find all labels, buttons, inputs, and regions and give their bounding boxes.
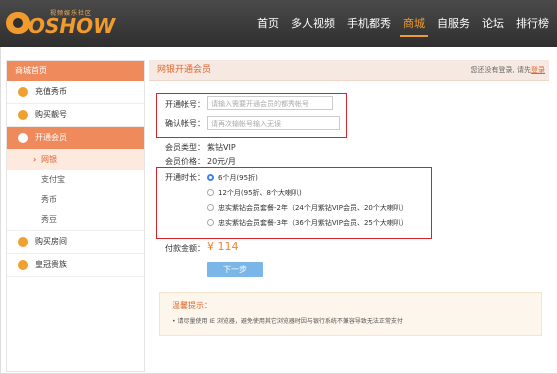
main-nav: 首页 多人视频 手机都秀 商城 自服务 论坛 排行榜 — [245, 0, 549, 47]
option-label: 忠实紫钻会员套餐-3年（36个月紫钻VIP会员、25个大喇叭） — [218, 219, 408, 227]
nav-rankings[interactable]: 排行榜 — [516, 0, 549, 47]
main-header: 网银开通会员 您还没有登录, 请先登录 — [149, 60, 549, 81]
radio-button[interactable] — [207, 174, 214, 181]
nav-home[interactable]: 首页 — [257, 0, 279, 47]
coin-icon — [18, 87, 28, 97]
sidebar-title[interactable]: 商城首页 — [7, 61, 144, 81]
member-price-value: 20元/月 — [207, 157, 236, 166]
radio-button[interactable] — [207, 189, 214, 196]
sidebar-item-label: 皇冠贵族 — [35, 260, 67, 269]
nav-forum[interactable]: 论坛 — [482, 0, 504, 47]
sidebar-subitem-xiudou[interactable]: 秀豆 — [7, 210, 144, 230]
main-panel: 网银开通会员 您还没有登录, 请先登录 开通帐号： 请输入需要开通会员的都秀帐号… — [149, 60, 549, 370]
sidebar-item-label: 购买靓号 — [35, 110, 67, 119]
sidebar-subitem-alipay[interactable]: 支付宝 — [7, 170, 144, 190]
account-label: 开通帐号： — [165, 100, 205, 109]
member-type-value: 紫钻VIP — [207, 143, 236, 152]
login-link[interactable]: 登录 — [531, 66, 545, 74]
sidebar: 商城首页 充值秀币 购买靓号 开通会员 网银 支付宝 秀币 秀豆 购买房间 皇冠… — [6, 60, 145, 372]
nav-mall[interactable]: 商城 — [400, 0, 428, 47]
duration-option-12-months[interactable]: 12个月(95折、8个大喇叭) — [207, 188, 302, 198]
nav-multi-video[interactable]: 多人视频 — [291, 0, 335, 47]
login-notice-text: 您还没有登录, 请先 — [470, 66, 531, 74]
member-type-label: 会员类型： — [165, 143, 205, 152]
tips-panel: 温馨提示： • 请尽量使用 IE 浏览器，避免使用其它浏览器时因与银行系统不兼容… — [159, 292, 542, 336]
page-title: 网银开通会员 — [157, 65, 212, 75]
sidebar-subitem-xiubi[interactable]: 秀币 — [7, 190, 144, 210]
option-label: 12个月(95折、8个大喇叭) — [218, 189, 302, 197]
duration-option-3-years[interactable]: 忠实紫钻会员套餐-3年（36个月紫钻VIP会员、25个大喇叭） — [207, 218, 408, 228]
house-icon — [18, 237, 28, 247]
sidebar-item-buy-number[interactable]: 购买靓号 — [7, 104, 144, 127]
radio-button[interactable] — [207, 219, 214, 226]
payment-amount-label: 付款金额： — [165, 244, 205, 253]
option-label: 6个月(95折) — [218, 174, 258, 182]
payment-amount-value: ¥ 114 — [207, 240, 239, 253]
login-notice: 您还没有登录, 请先登录 — [471, 60, 545, 80]
tips-title: 温馨提示： — [172, 301, 212, 310]
nav-mobile-show[interactable]: 手机都秀 — [347, 0, 391, 47]
top-navigation-bar: 视频娱乐社区 OSHOW 首页 多人视频 手机都秀 商城 自服务 论坛 排行榜 — [0, 0, 557, 47]
sidebar-item-label: 开通会员 — [35, 133, 67, 142]
member-price-label: 会员价格： — [165, 157, 205, 166]
next-step-button[interactable]: 下一步 — [207, 262, 263, 277]
sidebar-item-membership[interactable]: 开通会员 — [7, 127, 144, 150]
number-icon — [18, 110, 28, 120]
tips-text: • 请尽量使用 IE 浏览器，避免使用其它浏览器时因与银行系统不兼容导致无法正常… — [172, 318, 403, 325]
sidebar-item-buy-room[interactable]: 购买房间 — [7, 230, 144, 254]
logo-mark-icon — [6, 12, 30, 34]
confirm-account-label: 确认帐号： — [165, 119, 205, 128]
sidebar-item-label: 购买房间 — [35, 237, 67, 246]
member-icon — [18, 133, 28, 143]
duration-option-6-months[interactable]: 6个月(95折) — [207, 173, 258, 183]
sidebar-item-recharge[interactable]: 充值秀币 — [7, 81, 144, 104]
sidebar-subitem-online-bank[interactable]: 网银 — [7, 150, 144, 170]
confirm-account-input[interactable]: 请再次输帐号输入无误 — [207, 116, 340, 130]
duration-option-2-years[interactable]: 忠实紫钻会员套餐-2年（24个月紫钻VIP会员、20个大喇叭） — [207, 203, 408, 213]
duration-label: 开通时长： — [165, 173, 205, 182]
sidebar-item-label: 充值秀币 — [35, 87, 67, 96]
oshow-logo[interactable]: 视频娱乐社区 OSHOW — [6, 8, 121, 38]
radio-button[interactable] — [207, 204, 214, 211]
option-label: 忠实紫钻会员套餐-2年（24个月紫钻VIP会员、20个大喇叭） — [218, 204, 408, 212]
account-input[interactable]: 请输入需要开通会员的都秀帐号 — [207, 96, 333, 110]
nav-self-service[interactable]: 自服务 — [437, 0, 470, 47]
sidebar-item-crown-noble[interactable]: 皇冠贵族 — [7, 254, 144, 277]
logo-text: OSHOW — [28, 14, 116, 38]
crown-icon — [18, 260, 28, 270]
